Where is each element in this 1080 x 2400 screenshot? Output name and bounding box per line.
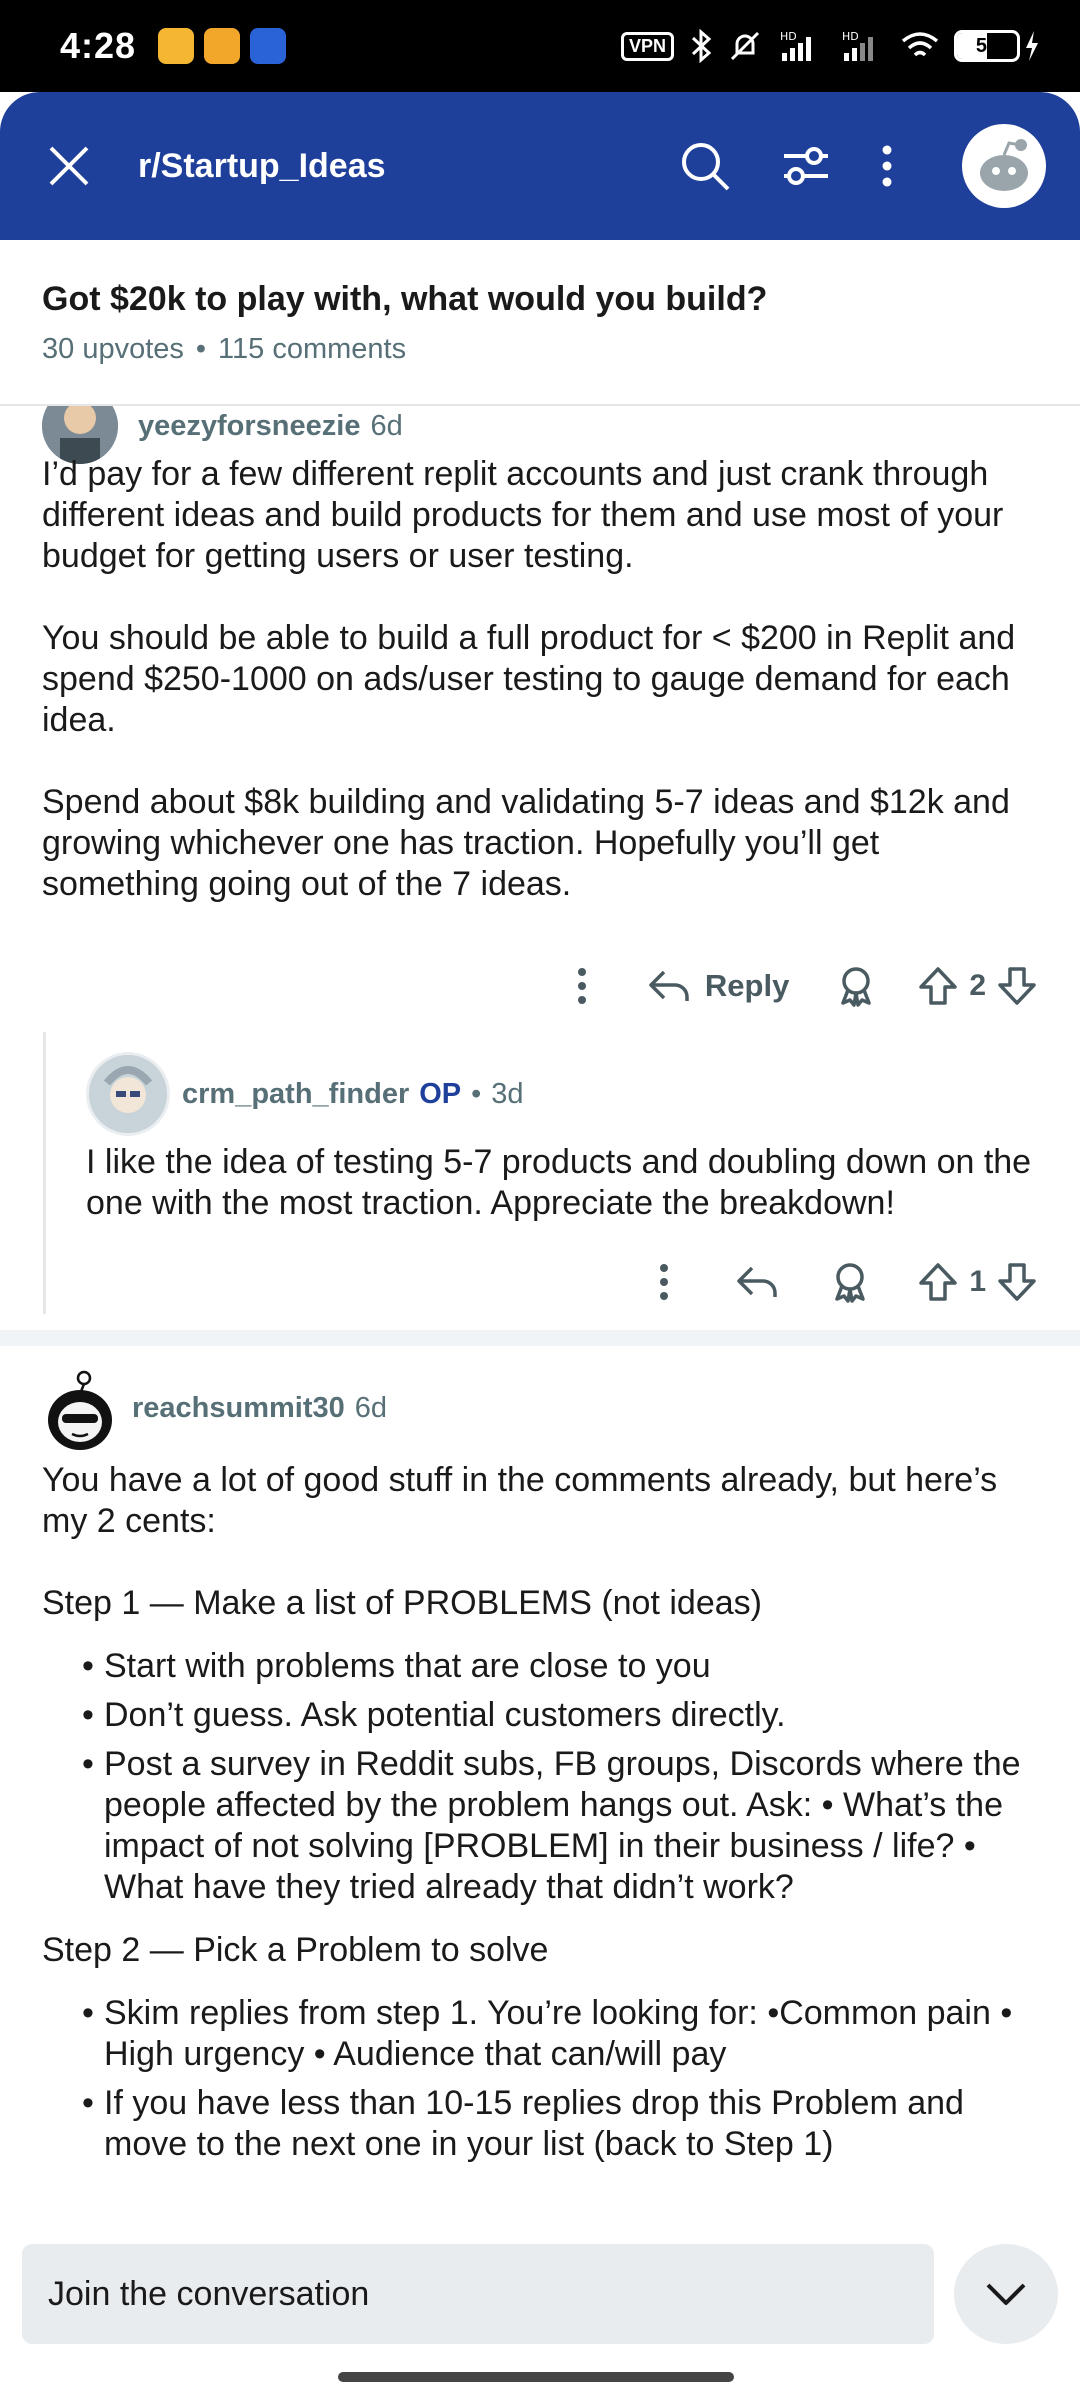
signal-hd-icon-1: HD — [780, 30, 811, 61]
comment-author[interactable]: reachsummit30 — [132, 1392, 345, 1425]
join-placeholder: Join the conversation — [48, 2274, 370, 2313]
reply-button[interactable]: Reply — [647, 967, 789, 1005]
comment-divider — [0, 1330, 1080, 1346]
comment-age: 3d — [491, 1077, 524, 1110]
award-icon[interactable] — [835, 965, 877, 1007]
list-item: Start with problems that are close to yo… — [82, 1646, 1042, 1687]
step-list: Skim replies from step 1. You’re looking… — [42, 1993, 1042, 2165]
comment-paragraph: I’d pay for a few different replit accou… — [42, 455, 1004, 575]
header-actions — [678, 124, 1046, 208]
mail-app-icon — [204, 28, 241, 64]
battery-icon: 50 — [954, 30, 1020, 62]
comment-body: You have a lot of good stuff in the comm… — [42, 1460, 1042, 2173]
sort-filter-icon[interactable] — [780, 143, 832, 189]
comment-header: crm_path_finder OP • 3d — [86, 1052, 524, 1136]
snoo-avatar-icon — [48, 1370, 112, 1450]
downvote-icon[interactable] — [996, 1261, 1038, 1303]
more-vertical-icon[interactable] — [880, 143, 894, 189]
more-vertical-icon[interactable] — [557, 966, 607, 1006]
list-item: Post a survey in Reddit subs, FB groups,… — [82, 1744, 1042, 1908]
comment-count: 115 comments — [218, 333, 407, 365]
list-item: If you have less than 10-15 replies drop… — [82, 2083, 1042, 2165]
avatar[interactable] — [42, 1370, 118, 1450]
comment-body: I’d pay for a few different replit accou… — [42, 454, 1042, 946]
chevron-down-icon[interactable] — [954, 2244, 1058, 2344]
subreddit-header: r/Startup_Ideas — [0, 92, 1080, 240]
home-indicator[interactable] — [338, 2372, 734, 2382]
post-meta: 30 upvotes • 115 comments — [42, 333, 1038, 366]
vpn-badge: VPN — [620, 31, 674, 61]
upvote-count: 30 upvotes — [42, 333, 184, 365]
post-title[interactable]: Got $20k to play with, what would you bu… — [42, 280, 1038, 319]
battery-indicator: 50 — [954, 30, 1040, 62]
notes-app-icon — [158, 28, 195, 64]
charging-bolt-icon — [1026, 31, 1038, 61]
vote-count: 1 — [969, 1265, 986, 1298]
op-badge: OP — [419, 1077, 462, 1110]
downvote-icon[interactable] — [996, 965, 1038, 1007]
list-item: Skim replies from step 1. You’re looking… — [82, 1993, 1042, 2075]
step-heading: Step 1 — Make a list of PROBLEMS (not id… — [42, 1584, 762, 1622]
comment-author[interactable]: crm_path_finder — [182, 1078, 409, 1111]
close-icon[interactable] — [46, 143, 92, 189]
reply-label: Reply — [704, 968, 790, 1003]
reply-icon[interactable] — [735, 1263, 779, 1301]
search-icon[interactable] — [678, 139, 732, 193]
bluetooth-icon — [691, 29, 712, 63]
comment-actions: Reply 2 — [557, 950, 1038, 1022]
snoo-avatar-icon — [980, 139, 1028, 191]
comment-author[interactable]: yeezyforsneezie — [138, 410, 360, 443]
vote-count: 2 — [969, 969, 986, 1002]
comment-actions: 1 — [639, 1246, 1038, 1318]
list-item: Don’t guess. Ask potential customers dir… — [82, 1695, 1042, 1736]
step-heading: Step 2 — Pick a Problem to solve — [42, 1931, 549, 1969]
more-vertical-icon[interactable] — [639, 1262, 689, 1302]
join-conversation-input[interactable]: Join the conversation — [22, 2244, 934, 2344]
status-bar: 4:28 VPN HD HD 50 — [0, 0, 1080, 92]
status-time: 4:28 — [60, 25, 137, 66]
award-icon[interactable] — [829, 1261, 871, 1303]
comment-paragraph: Spend about $8k building and validating … — [42, 783, 1010, 903]
comment-intro: You have a lot of good stuff in the comm… — [42, 1461, 998, 1540]
wifi-icon — [901, 32, 939, 57]
silent-bell-icon — [730, 31, 760, 61]
comment-paragraph: You should be able to build a full produ… — [42, 619, 1016, 739]
status-app-icons — [158, 28, 287, 64]
comment-age: 6d — [370, 409, 403, 442]
status-indicators: VPN HD HD 50 — [620, 29, 1040, 63]
meta-separator: • — [195, 333, 207, 365]
user-avatar[interactable] — [962, 124, 1046, 208]
svg-text:HD: HD — [842, 30, 859, 43]
composer-bar: Join the conversation — [0, 2230, 1080, 2400]
step-list: Start with problems that are close to yo… — [42, 1646, 1042, 1908]
subreddit-title[interactable]: r/Startup_Ideas — [138, 147, 386, 186]
comment-thread: yeezyforsneezie 6d I’d pay for a few dif… — [0, 406, 1080, 2230]
upvote-icon[interactable] — [917, 1261, 959, 1303]
upvote-icon[interactable] — [917, 965, 959, 1007]
age-separator: • — [471, 1077, 482, 1110]
battery-level: 50 — [975, 34, 999, 57]
avatar-image-icon — [89, 1055, 167, 1133]
comment-age: 6d — [354, 1391, 388, 1424]
post-summary[interactable]: Got $20k to play with, what would you bu… — [0, 240, 1080, 406]
comment-header: reachsummit30 6d — [42, 1370, 388, 1450]
reply-icon — [649, 970, 689, 1001]
avatar[interactable] — [86, 1052, 170, 1136]
signal-hd-icon-2: HD — [842, 30, 873, 61]
thread-line[interactable] — [43, 1032, 46, 1314]
svg-text:HD: HD — [780, 30, 797, 43]
comment-body: I like the idea of testing 5-7 products … — [86, 1143, 1032, 1222]
cat-app-icon — [250, 28, 287, 64]
